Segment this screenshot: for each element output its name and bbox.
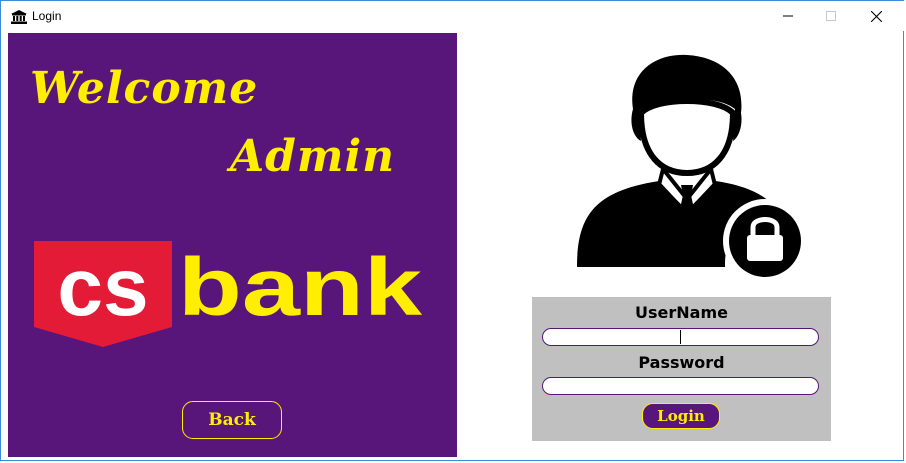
minimize-icon xyxy=(783,15,793,17)
username-label: UserName xyxy=(635,303,728,322)
maximize-button[interactable] xyxy=(808,1,854,31)
welcome-panel: Welcome Admin cs bank Back xyxy=(8,33,457,457)
password-label: Password xyxy=(638,353,725,372)
maximize-icon xyxy=(826,11,836,21)
back-button[interactable]: Back xyxy=(182,401,282,439)
logo-text-cs: cs xyxy=(57,242,148,333)
window-title: Login xyxy=(32,9,62,23)
minimize-button[interactable] xyxy=(765,1,811,31)
csbank-logo: cs bank xyxy=(34,241,422,347)
password-field[interactable] xyxy=(542,377,819,395)
close-button[interactable] xyxy=(853,1,899,31)
user-lock-icon xyxy=(577,54,807,279)
admin-heading: Admin xyxy=(230,131,396,182)
login-window: Login Welcome Admin cs bank Back UserNam… xyxy=(0,0,905,461)
login-form: UserName Password Login xyxy=(532,297,831,441)
login-button[interactable]: Login xyxy=(642,403,720,429)
title-bar[interactable]: Login xyxy=(1,1,905,31)
logo-text-bank: bank xyxy=(178,242,422,333)
welcome-heading: Welcome xyxy=(30,63,259,114)
text-cursor xyxy=(680,330,681,344)
bank-icon xyxy=(11,10,27,24)
close-icon xyxy=(870,10,882,22)
